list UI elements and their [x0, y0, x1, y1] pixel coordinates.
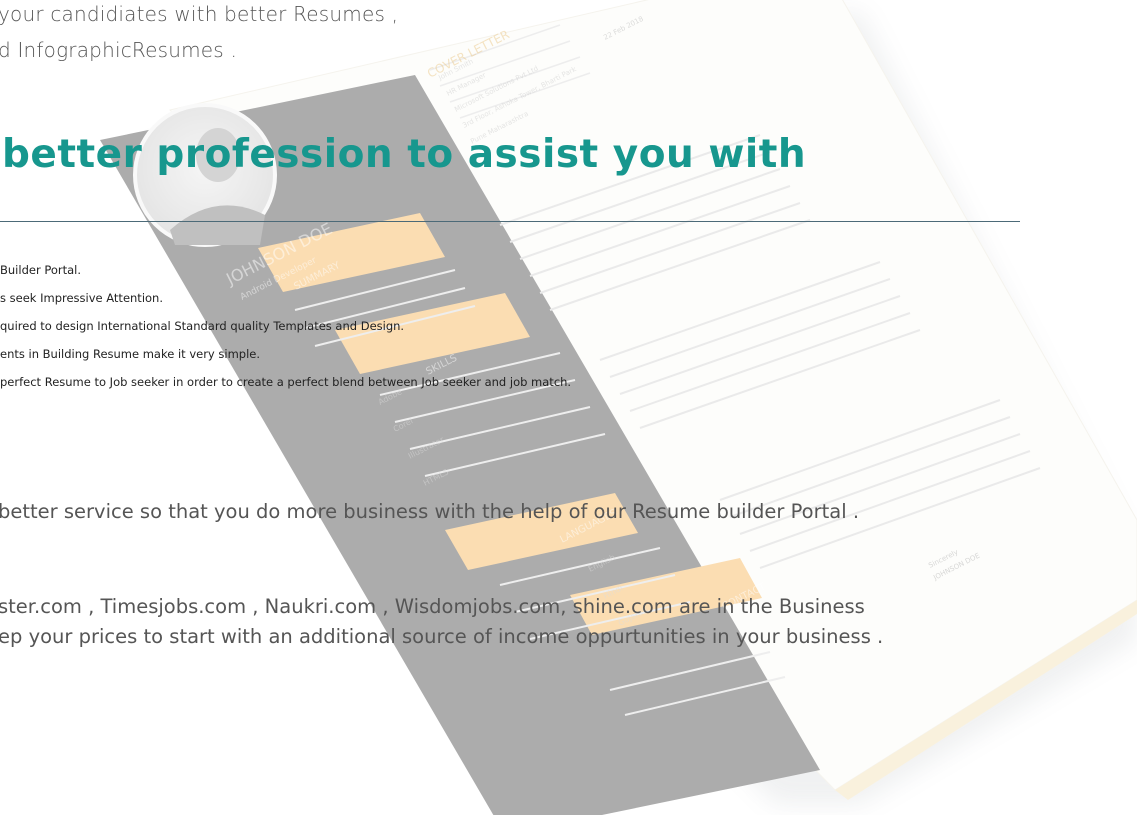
- cover-letter-closing: Sincerely: [927, 548, 959, 570]
- resume-language: English: [587, 553, 617, 574]
- feature-list: Builder Portal. s seek Impressive Attent…: [0, 256, 571, 396]
- resume-skill: Corel: [392, 416, 415, 433]
- business-text-line-1: ster.com , Timesjobs.com , Naukri.com , …: [0, 595, 865, 618]
- intro-line-2: d InfographicResumes .: [0, 38, 238, 62]
- resume-mockup-image: JOHNSON DOE Android Developer SUMMARY SK…: [100, 0, 1137, 815]
- cover-letter-signature: JOHNSON DOE: [931, 552, 981, 583]
- resume-sidebar: [100, 75, 820, 815]
- list-item: s seek Impressive Attention.: [0, 291, 163, 305]
- resume-recipient: Microsoft Solutions Pvt Ltd: [453, 64, 539, 113]
- business-text-line-2: ep your prices to start with an addition…: [0, 625, 884, 648]
- intro-line-1: your candidiates with better Resumes ,: [0, 2, 399, 26]
- section-heading: better profession to assist you with: [2, 132, 807, 177]
- resume-skill: HTML5: [422, 467, 450, 487]
- service-text: better service so that you do more busin…: [0, 500, 860, 523]
- list-item: quired to design International Standard …: [0, 319, 405, 333]
- cover-letter-title: COVER LETTER: [425, 27, 512, 80]
- divider: [0, 221, 1020, 222]
- list-item: perfect Resume to Job seeker in order to…: [0, 375, 572, 389]
- list-item: ents in Building Resume make it very sim…: [0, 347, 261, 361]
- resume-recipient: HR Manager: [445, 71, 487, 98]
- list-item: Builder Portal.: [0, 263, 82, 277]
- resume-recipient: 3rd Floor, Ashoka Tower, Bharti Park: [461, 65, 578, 130]
- cover-letter-date: 22 Feb 2018: [602, 15, 644, 42]
- resume-skill: Illustrator: [407, 435, 446, 461]
- resume-recipient: John Smith: [436, 57, 474, 82]
